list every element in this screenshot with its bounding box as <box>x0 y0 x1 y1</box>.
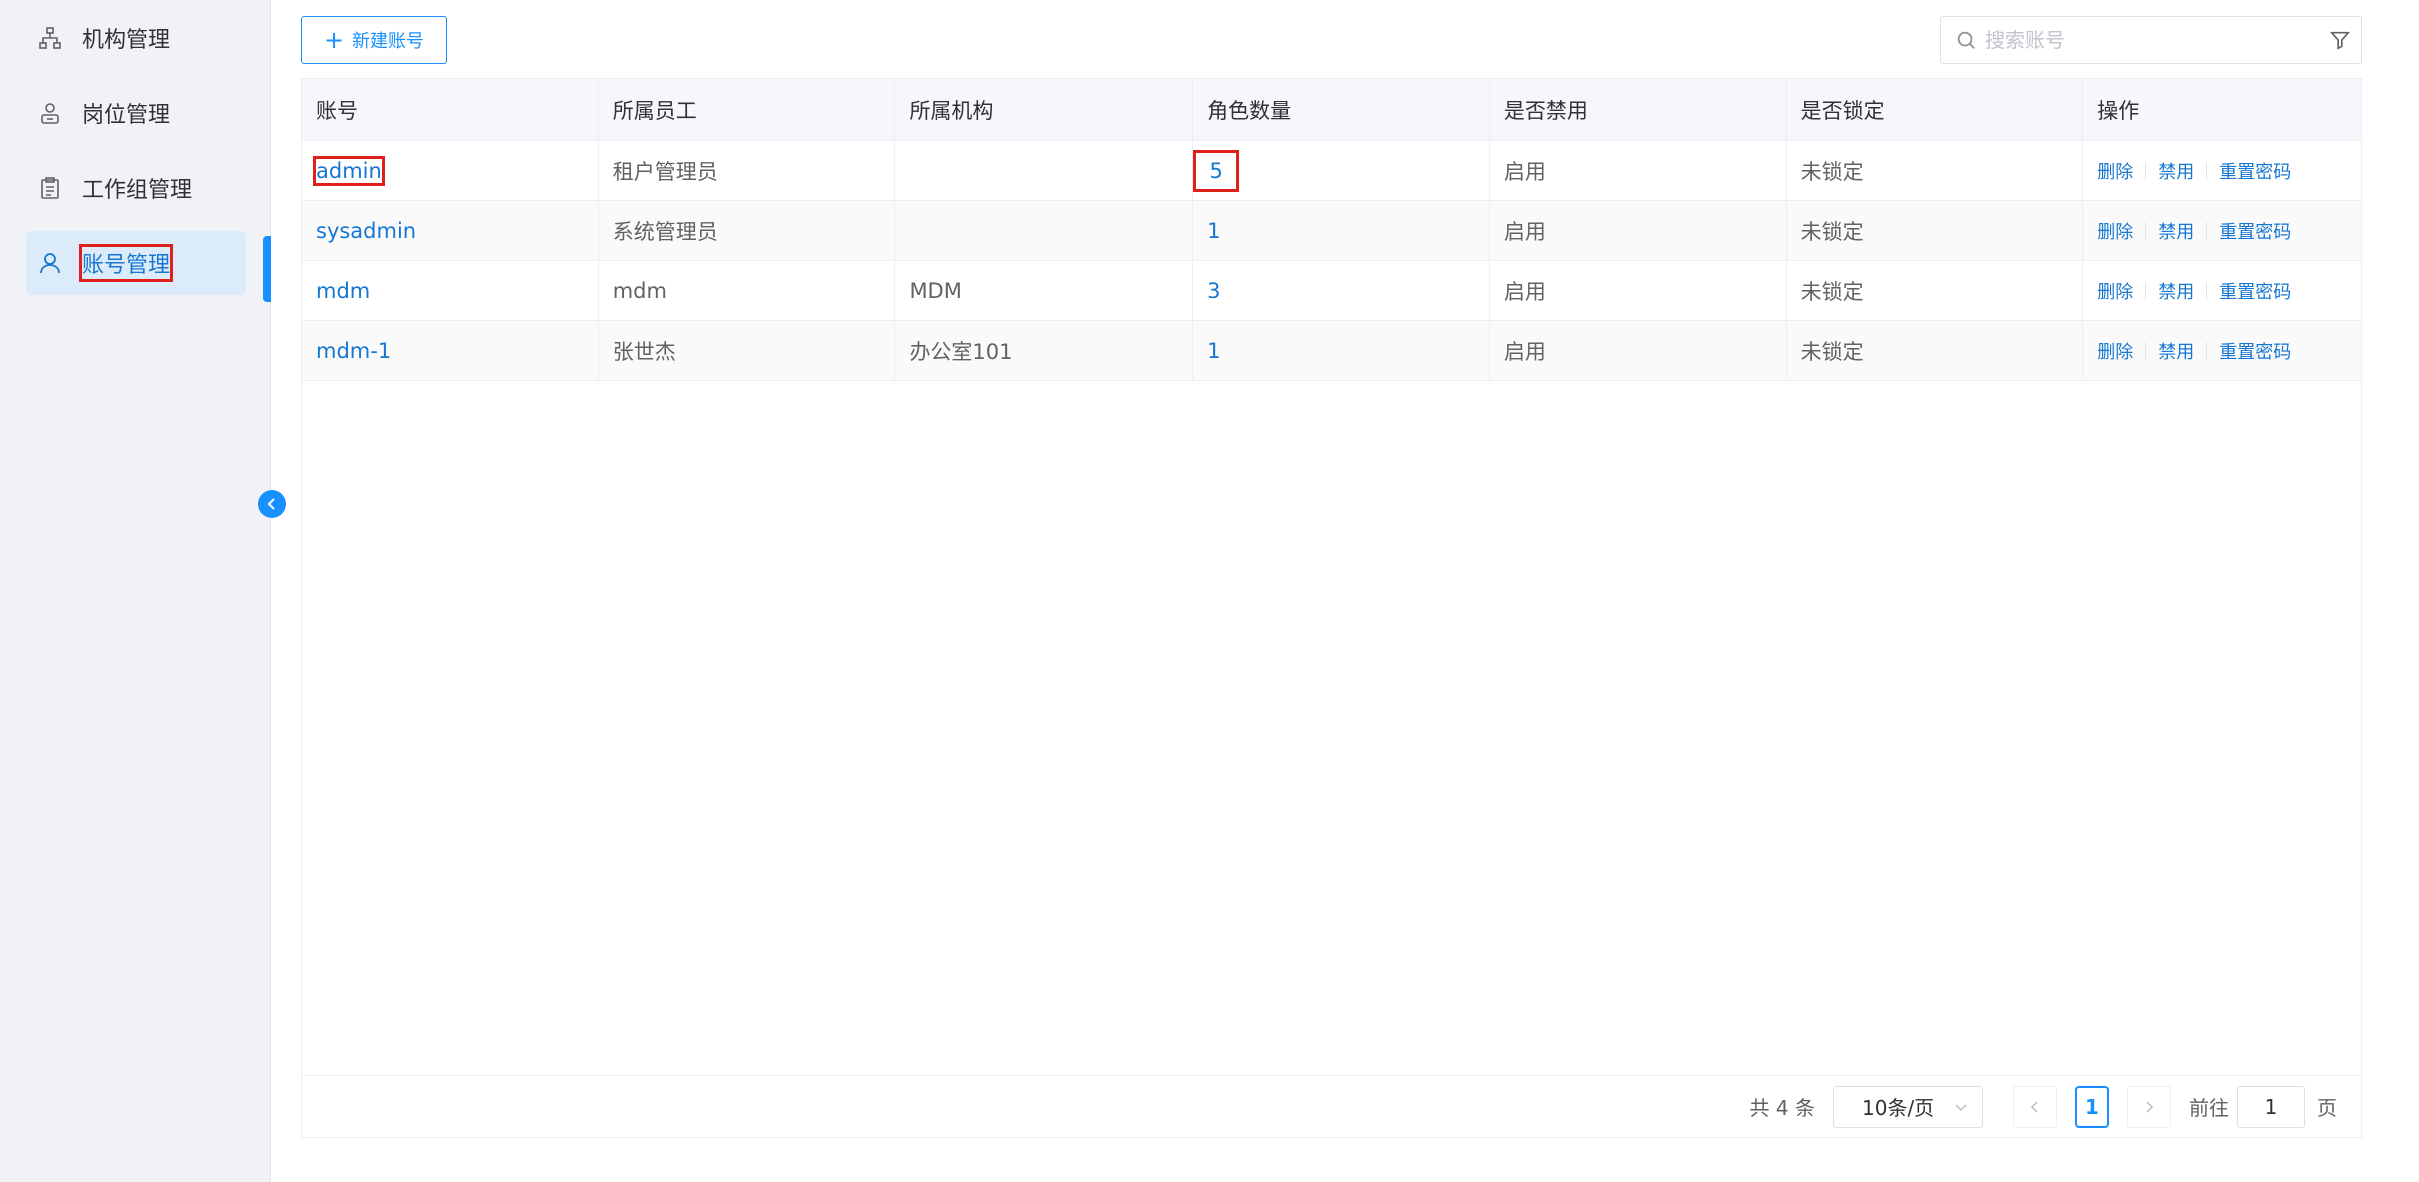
disabled-cell: 启用 <box>1490 201 1787 260</box>
user-icon <box>36 249 64 277</box>
pagination: 共 4 条 10条/页 1 前往 页 <box>302 1075 2361 1137</box>
column-header: 所属机构 <box>895 79 1194 140</box>
page-suffix: 页 <box>2317 1096 2337 1120</box>
table-row: sysadmin 系统管理员 1 启用 未锁定 删除 禁用 重置密码 <box>302 201 2361 261</box>
chevron-left-icon <box>2030 1100 2038 1113</box>
sidebar-item-label: 机构管理 <box>82 28 171 53</box>
prev-page-button[interactable] <box>2013 1085 2057 1128</box>
search-icon <box>1957 31 1975 49</box>
locked-cell: 未锁定 <box>1787 201 2084 260</box>
search-box <box>1940 16 2362 64</box>
org-cell <box>895 141 1194 200</box>
delete-button[interactable]: 删除 <box>2097 218 2133 244</box>
delete-button[interactable]: 删除 <box>2097 278 2133 304</box>
account-link[interactable]: mdm-1 <box>316 339 391 363</box>
role-count-link[interactable]: 1 <box>1207 339 1220 363</box>
search-input[interactable] <box>1985 28 2329 52</box>
sidebar-item-workgroup[interactable]: 工作组管理 <box>26 156 246 220</box>
position-icon <box>36 99 64 127</box>
org-cell: MDM <box>895 261 1194 320</box>
main-content: + 新建账号 账号 所属员工 所属机构 角色数量 是否禁用 是否锁定 操作 ad… <box>272 0 2419 1182</box>
employee-cell: 张世杰 <box>599 321 896 380</box>
column-header: 是否锁定 <box>1787 79 2084 140</box>
sidebar-item-label: 账号管理 <box>78 244 174 282</box>
employee-cell: mdm <box>599 261 896 320</box>
locked-cell: 未锁定 <box>1787 261 2084 320</box>
sidebar-item-label: 工作组管理 <box>82 178 193 203</box>
plus-icon: + <box>323 26 345 54</box>
column-header: 是否禁用 <box>1490 79 1787 140</box>
delete-button[interactable]: 删除 <box>2097 158 2133 184</box>
clipboard-icon <box>36 174 64 202</box>
chevron-left-icon <box>267 498 275 510</box>
page-size-select[interactable]: 10条/页 <box>1833 1085 1983 1128</box>
reset-password-button[interactable]: 重置密码 <box>2219 158 2291 184</box>
current-page-button[interactable]: 1 <box>2075 1085 2109 1128</box>
sidebar-item-account[interactable]: 账号管理 <box>26 231 246 295</box>
sidebar: 机构管理 岗位管理 工作组管理 账号管理 <box>0 0 271 1182</box>
table-row: mdm mdm MDM 3 启用 未锁定 删除 禁用 重置密码 <box>302 261 2361 321</box>
add-account-label: 新建账号 <box>352 31 425 52</box>
org-cell <box>895 201 1194 260</box>
goto-label: 前往 <box>2189 1096 2229 1120</box>
sidebar-item-org[interactable]: 机构管理 <box>26 6 246 70</box>
account-link[interactable]: admin <box>313 155 385 186</box>
reset-password-button[interactable]: 重置密码 <box>2219 278 2291 304</box>
total-count: 共 4 条 <box>1749 1096 1815 1120</box>
disable-button[interactable]: 禁用 <box>2158 218 2194 244</box>
table-header: 账号 所属员工 所属机构 角色数量 是否禁用 是否锁定 操作 <box>302 79 2361 141</box>
table-row: admin 租户管理员 5 启用 未锁定 删除 禁用 重置密码 <box>302 141 2361 201</box>
chevron-right-icon <box>2146 1100 2154 1113</box>
chevron-down-icon <box>1955 1103 1967 1111</box>
locked-cell: 未锁定 <box>1787 141 2084 200</box>
org-cell: 办公室101 <box>895 321 1194 380</box>
sidebar-item-position[interactable]: 岗位管理 <box>26 81 246 145</box>
reset-password-button[interactable]: 重置密码 <box>2219 218 2291 244</box>
filter-icon[interactable] <box>2329 29 2351 51</box>
next-page-button[interactable] <box>2127 1085 2171 1128</box>
org-tree-icon <box>36 24 64 52</box>
add-account-button[interactable]: + 新建账号 <box>301 16 447 64</box>
disable-button[interactable]: 禁用 <box>2158 278 2194 304</box>
column-header: 所属员工 <box>599 79 896 140</box>
disable-button[interactable]: 禁用 <box>2158 158 2194 184</box>
goto-page-input[interactable] <box>2237 1085 2305 1128</box>
sidebar-item-label: 岗位管理 <box>82 103 171 128</box>
disable-button[interactable]: 禁用 <box>2158 338 2194 364</box>
column-header: 操作 <box>2097 98 2140 123</box>
delete-button[interactable]: 删除 <box>2097 338 2133 364</box>
account-link[interactable]: mdm <box>316 279 370 303</box>
role-count-link[interactable]: 3 <box>1207 279 1220 303</box>
role-count-link[interactable]: 5 <box>1193 149 1240 192</box>
employee-cell: 租户管理员 <box>599 141 896 200</box>
locked-cell: 未锁定 <box>1787 321 2084 380</box>
page-size-value: 10条/页 <box>1862 1096 1935 1120</box>
account-link[interactable]: sysadmin <box>316 219 416 243</box>
table-row: mdm-1 张世杰 办公室101 1 启用 未锁定 删除 禁用 重置密码 <box>302 321 2361 381</box>
reset-password-button[interactable]: 重置密码 <box>2219 338 2291 364</box>
role-count-link[interactable]: 1 <box>1207 219 1220 243</box>
column-header: 角色数量 <box>1193 79 1490 140</box>
accounts-table: 账号 所属员工 所属机构 角色数量 是否禁用 是否锁定 操作 admin 租户管… <box>301 78 2362 1138</box>
employee-cell: 系统管理员 <box>599 201 896 260</box>
column-header: 账号 <box>302 79 599 140</box>
active-indicator <box>263 236 271 302</box>
disabled-cell: 启用 <box>1490 141 1787 200</box>
disabled-cell: 启用 <box>1490 321 1787 380</box>
sidebar-nav: 机构管理 岗位管理 工作组管理 账号管理 <box>26 6 246 306</box>
collapse-sidebar-button[interactable] <box>258 490 286 518</box>
disabled-cell: 启用 <box>1490 261 1787 320</box>
